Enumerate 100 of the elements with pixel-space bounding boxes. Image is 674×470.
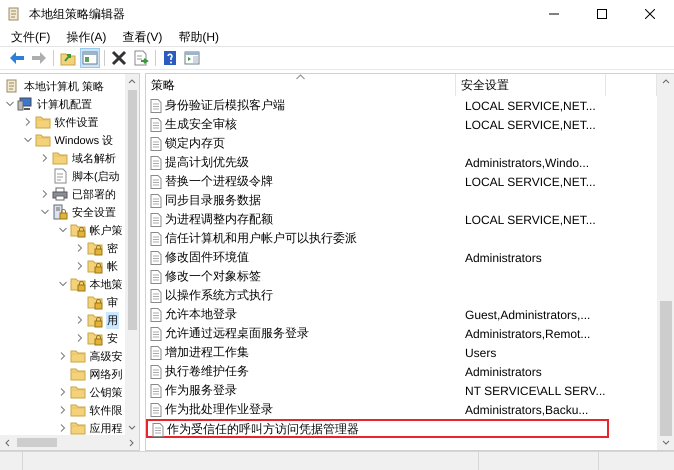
menu-item[interactable]: 查看(V) (114, 28, 170, 46)
scrollbar-thumb[interactable] (128, 90, 136, 330)
tree-item[interactable]: Windows 设 (54, 132, 114, 148)
list-row[interactable]: 替换一个进程级令牌 LOCAL SERVICE,NET... (146, 172, 657, 191)
list-row[interactable]: 信任计算机和用户帐户可以执行委派 (146, 229, 657, 248)
folder-lock-icon (70, 276, 86, 292)
chevron-right-icon[interactable] (76, 244, 84, 252)
menu-item[interactable]: 操作(A) (58, 28, 114, 46)
scrollbar[interactable] (125, 74, 139, 435)
list-row[interactable]: 以操作系统方式执行 (146, 286, 657, 305)
chevron-down-icon[interactable] (24, 136, 32, 144)
tree-item[interactable]: 已部署的 (71, 186, 117, 202)
policy-icon (150, 250, 162, 264)
security-setting: Users (464, 346, 498, 360)
policy-icon (150, 136, 162, 150)
tree-item[interactable]: 安全设置 (71, 204, 117, 220)
security-setting: LOCAL SERVICE,NET... (464, 212, 597, 226)
list-row[interactable]: 执行卷维护任务 Administrators (146, 362, 657, 381)
policy-name: 同步目录服务数据 (165, 192, 261, 209)
export-list-icon (133, 50, 149, 66)
chevron-down-icon[interactable] (58, 226, 66, 234)
document-icon (52, 168, 68, 184)
scrollbar[interactable] (0, 435, 139, 450)
list-row[interactable]: 提高计划优先级 Administrators,Windo... (146, 153, 657, 172)
policy-name: 替换一个进程级令牌 (165, 173, 273, 190)
list-row[interactable]: 为进程调整内存配额 LOCAL SERVICE,NET... (146, 210, 657, 229)
folder-lock-icon (87, 312, 103, 328)
tree-item[interactable]: 密 (106, 240, 119, 256)
list-row[interactable]: 允许通过远程桌面服务登录 Administrators,Remot... (146, 324, 657, 343)
list-row[interactable]: 修改一个对象标签 (146, 267, 657, 286)
security-setting: Administrators (464, 364, 543, 378)
tree-button[interactable] (80, 48, 100, 68)
policy-name: 锁定内存页 (165, 135, 225, 152)
policy-icon (150, 232, 162, 246)
console-tree-icon (82, 50, 98, 66)
maximize-icon (597, 9, 607, 19)
chevron-right-icon[interactable] (58, 406, 66, 414)
chevron-right-icon[interactable] (58, 352, 66, 360)
chevron-right-icon[interactable] (41, 190, 49, 198)
policy-name: 修改一个对象标签 (165, 268, 261, 285)
chevron-down-icon[interactable] (41, 208, 49, 216)
tree-item[interactable]: 审 (106, 294, 119, 310)
highlighted-row[interactable]: 作为受信任的呼叫方访问凭据管理器 (146, 419, 609, 438)
security-setting: LOCAL SERVICE,NET... (464, 174, 597, 188)
scrollbar-thumb[interactable] (660, 301, 672, 436)
help-icon (162, 50, 178, 66)
policy-icon (150, 98, 162, 112)
policy-icon (150, 174, 162, 188)
tree-item[interactable]: 本地策 (88, 276, 124, 292)
tree-item[interactable]: 帐 (106, 258, 119, 274)
tree-item[interactable]: 软件限 (88, 402, 124, 418)
menu-item[interactable]: 文件(F) (3, 28, 58, 46)
chevron-right-icon[interactable] (41, 154, 49, 162)
folder-icon (70, 366, 86, 382)
tree-item[interactable]: 网络列 (88, 366, 124, 382)
chevron-down-icon[interactable] (6, 100, 14, 108)
security-setting: LOCAL SERVICE,NET... (464, 118, 597, 132)
security-setting: Administrators,Backu... (464, 402, 590, 416)
scrollbar[interactable] (657, 74, 674, 450)
tree-item[interactable]: 高级安 (88, 348, 124, 364)
tree-item[interactable]: 域名解析 (71, 150, 117, 166)
security-setting: Administrators (464, 250, 543, 264)
tree-item[interactable]: 用 (106, 312, 119, 328)
list-row[interactable]: 修改固件环境值 Administrators (146, 248, 657, 267)
list-row[interactable]: 作为服务登录 NT SERVICE\ALL SERV... (146, 381, 657, 400)
policy-name: 生成安全审核 (165, 116, 237, 133)
list-row[interactable]: 身份验证后模拟客户端 LOCAL SERVICE,NET... (146, 96, 657, 115)
list-row[interactable]: 增加进程工作集 Users (146, 343, 657, 362)
chevron-right-icon[interactable] (76, 334, 84, 342)
column-header[interactable]: 策略 (146, 74, 456, 96)
tree-item[interactable]: 软件设置 (54, 114, 100, 130)
tree-item[interactable]: 应用程 (88, 420, 124, 435)
computer-icon (17, 96, 33, 112)
chevron-right-icon[interactable] (58, 424, 66, 432)
tree-item[interactable]: 帐户策 (88, 222, 124, 238)
folder-lock-icon (87, 240, 103, 256)
chevron-right-icon[interactable] (76, 316, 84, 324)
security-setting: Administrators,Remot... (464, 326, 592, 340)
tree-item[interactable]: 脚本(启动 (71, 168, 121, 184)
folder-lock-icon (87, 294, 103, 310)
delete-button[interactable] (109, 48, 129, 68)
tree-item[interactable]: 公钥策 (88, 384, 124, 400)
menu-item[interactable]: 帮助(H) (170, 28, 227, 46)
column-header[interactable]: 安全设置 (456, 74, 606, 96)
list-row[interactable]: 同步目录服务数据 (146, 191, 657, 210)
list-row[interactable]: 锁定内存页 (146, 134, 657, 153)
chevron-down-icon[interactable] (58, 280, 66, 288)
list-row[interactable]: 生成安全审核 LOCAL SERVICE,NET... (146, 115, 657, 134)
policy-name: 提高计划优先级 (165, 154, 249, 171)
folder-icon (70, 348, 86, 364)
chevron-right-icon[interactable] (24, 118, 32, 126)
tree-item[interactable]: 本地计算机 策略 (23, 78, 106, 94)
tree-item[interactable]: 计算机配置 (36, 96, 93, 112)
folder-icon (70, 402, 86, 418)
tree-item[interactable]: 安 (106, 330, 119, 346)
chevron-right-icon[interactable] (58, 388, 66, 396)
list-row[interactable]: 允许本地登录 Guest,Administrators,... (146, 305, 657, 324)
list-row[interactable]: 作为批处理作业登录 Administrators,Backu... (146, 400, 657, 419)
chevron-right-icon[interactable] (76, 262, 84, 270)
scrollbar-thumb[interactable] (17, 438, 57, 447)
